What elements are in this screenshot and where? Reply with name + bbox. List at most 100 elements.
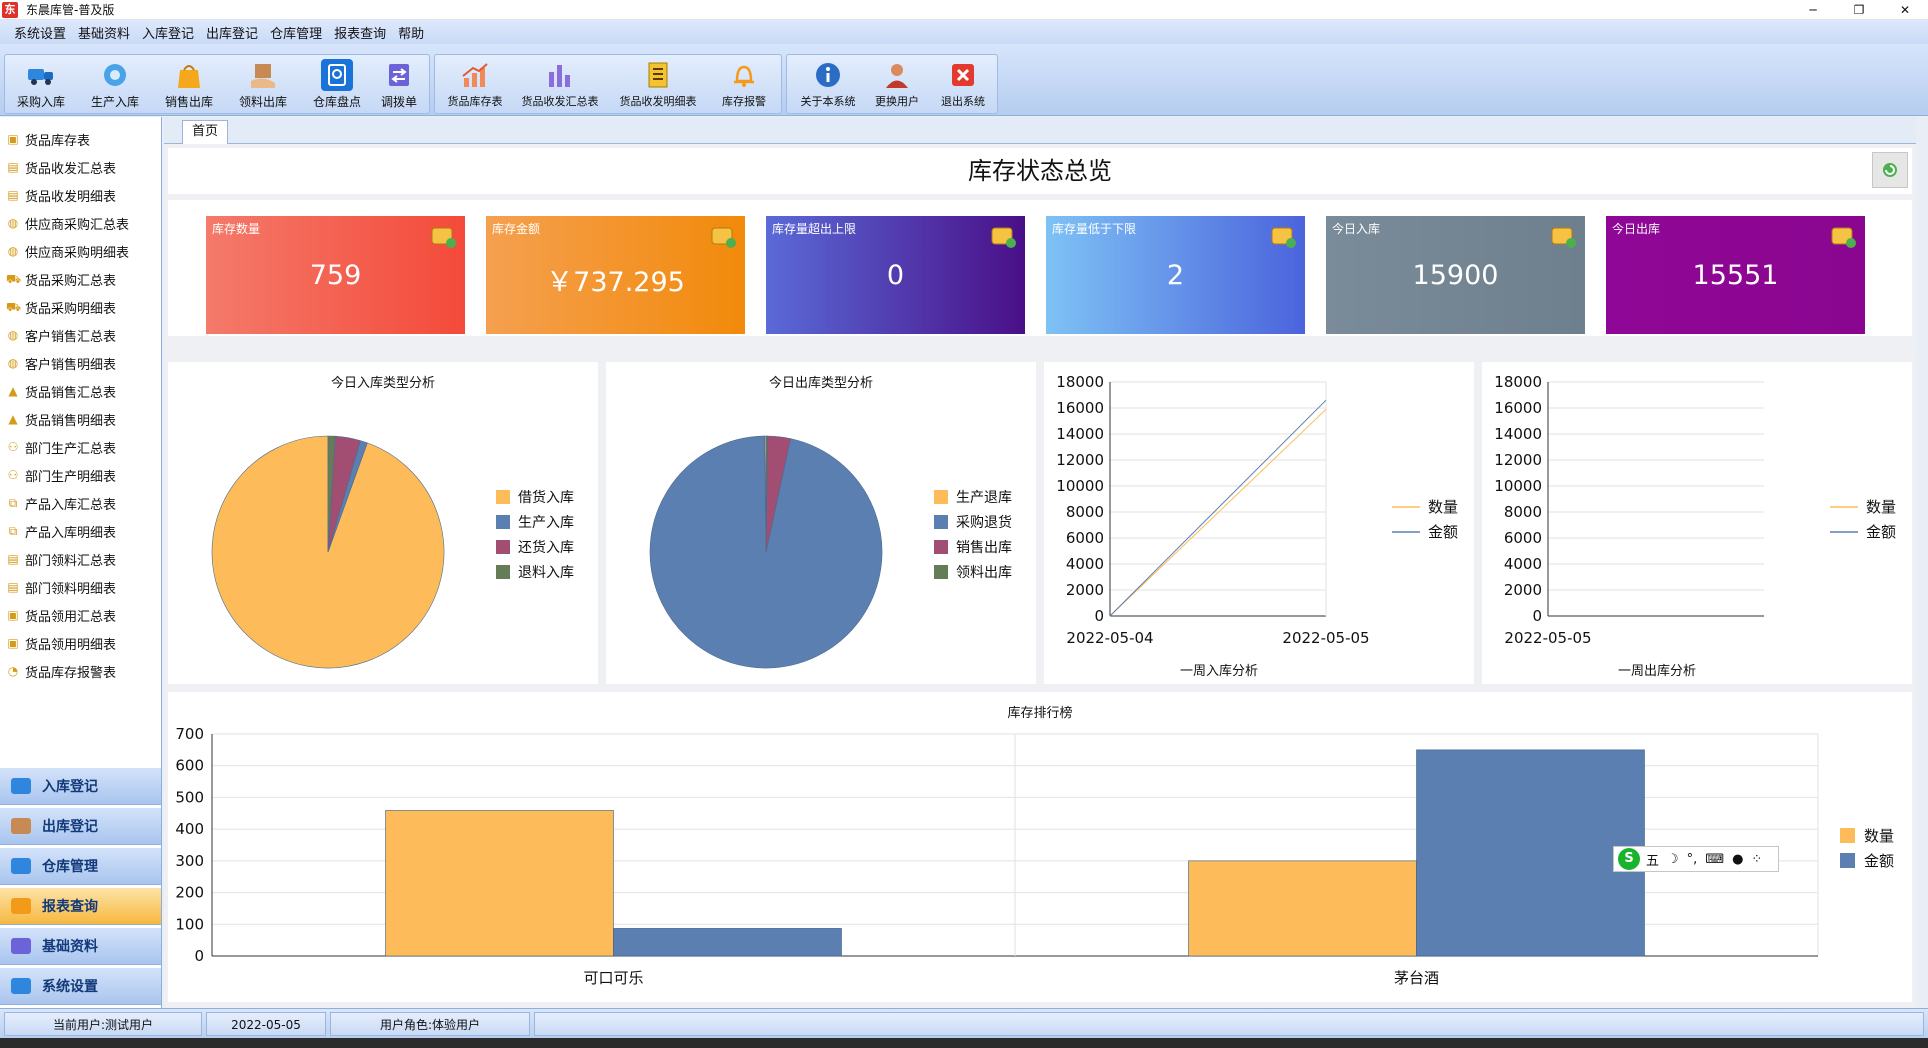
material-out-label: 领料出库: [238, 95, 287, 109]
sidebar-report-item[interactable]: ▤ 部门领料明细表: [0, 573, 160, 601]
sidebar-report-item[interactable]: ▲ 货品销售明细表: [0, 405, 160, 433]
report-icon: ▤: [7, 552, 19, 566]
sidebar-report-item[interactable]: ◍ 供应商采购明细表: [0, 237, 160, 265]
sidebar-report-item[interactable]: ◍ 客户销售汇总表: [0, 321, 160, 349]
title-bar: 东 东晨库管-普及版 ─ ❐ ✕: [0, 0, 1928, 20]
module-nav-item[interactable]: 系统设置: [0, 967, 161, 1005]
toolbar-group-system: 关于本系统 更换用户 退出系统: [786, 54, 998, 114]
sidebar-report-item[interactable]: ⚇ 部门生产汇总表: [0, 433, 160, 461]
menu-help[interactable]: 帮助: [398, 23, 424, 42]
sidebar-report-label: 货品库存报警表: [25, 665, 117, 681]
punctuation-icon[interactable]: °,: [1687, 852, 1698, 867]
sidebar-report-item[interactable]: ▤ 货品收发汇总表: [0, 153, 160, 181]
moon-icon[interactable]: ☽: [1667, 852, 1679, 867]
grid-icon[interactable]: ⁘: [1751, 852, 1762, 867]
close-window-button[interactable]: ✕: [1882, 0, 1928, 20]
module-nav-item[interactable]: 仓库管理: [0, 847, 161, 885]
user-icon[interactable]: ●: [1732, 852, 1743, 867]
sidebar-report-item[interactable]: ⧉ 产品入库明细表: [0, 517, 160, 545]
report-icon: ▣: [7, 636, 19, 650]
inout-summary-button[interactable]: 货品收发汇总表: [515, 55, 605, 113]
module-nav-item[interactable]: 出库登记: [0, 807, 161, 845]
legend-swatch: [934, 540, 948, 554]
card-label: 库存量低于下限: [1052, 222, 1137, 236]
menu-reports[interactable]: 报表查询: [334, 23, 386, 42]
sidebar-report-item[interactable]: ▤ 货品收发明细表: [0, 181, 160, 209]
sidebar-report-item[interactable]: ⛟ 货品采购明细表: [0, 293, 160, 321]
pie-chart-out: 生产退库采购退货销售出库领料出库: [649, 435, 1012, 669]
sidebar-report-label: 部门生产明细表: [25, 469, 117, 485]
sidebar-report-item[interactable]: ⧉ 产品入库汇总表: [0, 489, 160, 517]
y-tick-label: 2000: [1066, 581, 1104, 599]
report-icon: ▣: [7, 132, 19, 146]
warehouse-icon: [8, 854, 34, 878]
clipboard-search-icon: [321, 59, 353, 91]
sidebar-report-item[interactable]: ⛟ 货品采购汇总表: [0, 265, 160, 293]
menu-basic-data[interactable]: 基础资料: [78, 23, 130, 42]
sidebar-report-item[interactable]: ▣ 货品库存表: [0, 125, 160, 153]
menu-stock-in[interactable]: 入库登记: [142, 23, 194, 42]
production-in-button[interactable]: 生产入库: [85, 55, 145, 113]
sidebar-report-item[interactable]: ▣ 货品领用明细表: [0, 629, 160, 657]
sidebar-report-item[interactable]: ◍ 供应商采购汇总表: [0, 209, 160, 237]
stock-count-button[interactable]: 仓库盘点: [307, 55, 367, 113]
line-chart-week-out: 0 2000 4000 6000 8000 10000 12000 14000 16000 180…: [1494, 373, 1896, 647]
module-nav-item[interactable]: 报表查询: [0, 887, 161, 925]
y-tick-label: 10000: [1056, 477, 1104, 495]
restore-button[interactable]: ❐: [1836, 0, 1882, 20]
gear-icon: [8, 974, 34, 998]
sidebar-report-item[interactable]: ◍ 客户销售明细表: [0, 349, 160, 377]
inout-summary-label: 货品收发汇总表: [521, 95, 599, 108]
inout-detail-button[interactable]: 货品收发明细表: [613, 55, 703, 113]
chart-week-in: 0 2000 4000 6000 8000 10000 12000 14000 16000 180…: [1044, 362, 1474, 684]
module-nav-item[interactable]: 基础资料: [0, 927, 161, 965]
message-up-icon: [989, 222, 1017, 250]
tab-home[interactable]: 首页: [182, 120, 228, 144]
purchase-in-button[interactable]: 采购入库: [11, 55, 71, 113]
y-tick-label: 4000: [1504, 555, 1542, 573]
ime-toolbar[interactable]: S 五 ☽ °, ⌨ ● ⁘: [1613, 846, 1779, 872]
sidebar-report-item[interactable]: ◔ 货品库存报警表: [0, 657, 160, 685]
pie-chart-in: 借货入库生产入库还货入库退料入库: [211, 435, 574, 669]
report-icon: ◍: [7, 356, 19, 370]
refresh-button[interactable]: [1872, 152, 1908, 188]
transfer-icon: [383, 59, 415, 91]
y-tick-label: 14000: [1056, 425, 1104, 443]
box-icon: [429, 222, 457, 250]
exit-label: 退出系统: [941, 95, 985, 108]
sidebar-report-label: 货品采购汇总表: [25, 273, 117, 289]
sidebar-report-item[interactable]: ⚇ 部门生产明细表: [0, 461, 160, 489]
switch-user-button[interactable]: 更换用户: [867, 55, 927, 113]
minimize-button[interactable]: ─: [1790, 0, 1836, 20]
ime-logo-icon: S: [1618, 848, 1640, 870]
y-tick-label: 18000: [1056, 373, 1104, 391]
report-icon: ▤: [7, 188, 19, 202]
x-tick-label: 2022-05-05: [1282, 629, 1369, 647]
stock-alarm-button[interactable]: 库存报警: [711, 55, 777, 113]
stock-report-button[interactable]: 货品库存表: [441, 55, 509, 113]
ime-mode[interactable]: 五: [1646, 850, 1659, 869]
info-icon: [812, 59, 844, 91]
material-out-button[interactable]: 领料出库: [233, 55, 293, 113]
sidebar-report-item[interactable]: ▤ 部门领料汇总表: [0, 545, 160, 573]
sidebar-report-item[interactable]: ▣ 货品领用汇总表: [0, 601, 160, 629]
production-in-label: 生产入库: [90, 95, 139, 109]
module-nav-item[interactable]: 入库登记: [0, 767, 161, 805]
transfer-button[interactable]: 调拨单: [373, 55, 425, 113]
legend-swatch: [1840, 853, 1855, 868]
exit-button[interactable]: 退出系统: [933, 55, 993, 113]
sidebar-report-item[interactable]: ▲ 货品销售汇总表: [0, 377, 160, 405]
legend-swatch: [496, 540, 510, 554]
chart-week-in-title: 一周入库分析: [1179, 664, 1258, 679]
module-nav-label: 报表查询: [42, 899, 98, 915]
sales-out-button[interactable]: 销售出库: [159, 55, 219, 113]
summary-card: 库存金额 ￥737.295: [486, 216, 745, 334]
menu-warehouse[interactable]: 仓库管理: [270, 23, 322, 42]
about-button[interactable]: 关于本系统: [793, 55, 863, 113]
truck-icon: [25, 59, 57, 91]
app-window: 东 东晨库管-普及版 ─ ❐ ✕ 系统设置 基础资料 入库登记 出库登记 仓库管…: [0, 0, 1928, 1048]
menu-stock-out[interactable]: 出库登记: [206, 23, 258, 42]
menu-system-settings[interactable]: 系统设置: [14, 23, 66, 42]
legend-label: 生产退库: [956, 490, 1012, 506]
keyboard-icon[interactable]: ⌨: [1705, 852, 1724, 867]
